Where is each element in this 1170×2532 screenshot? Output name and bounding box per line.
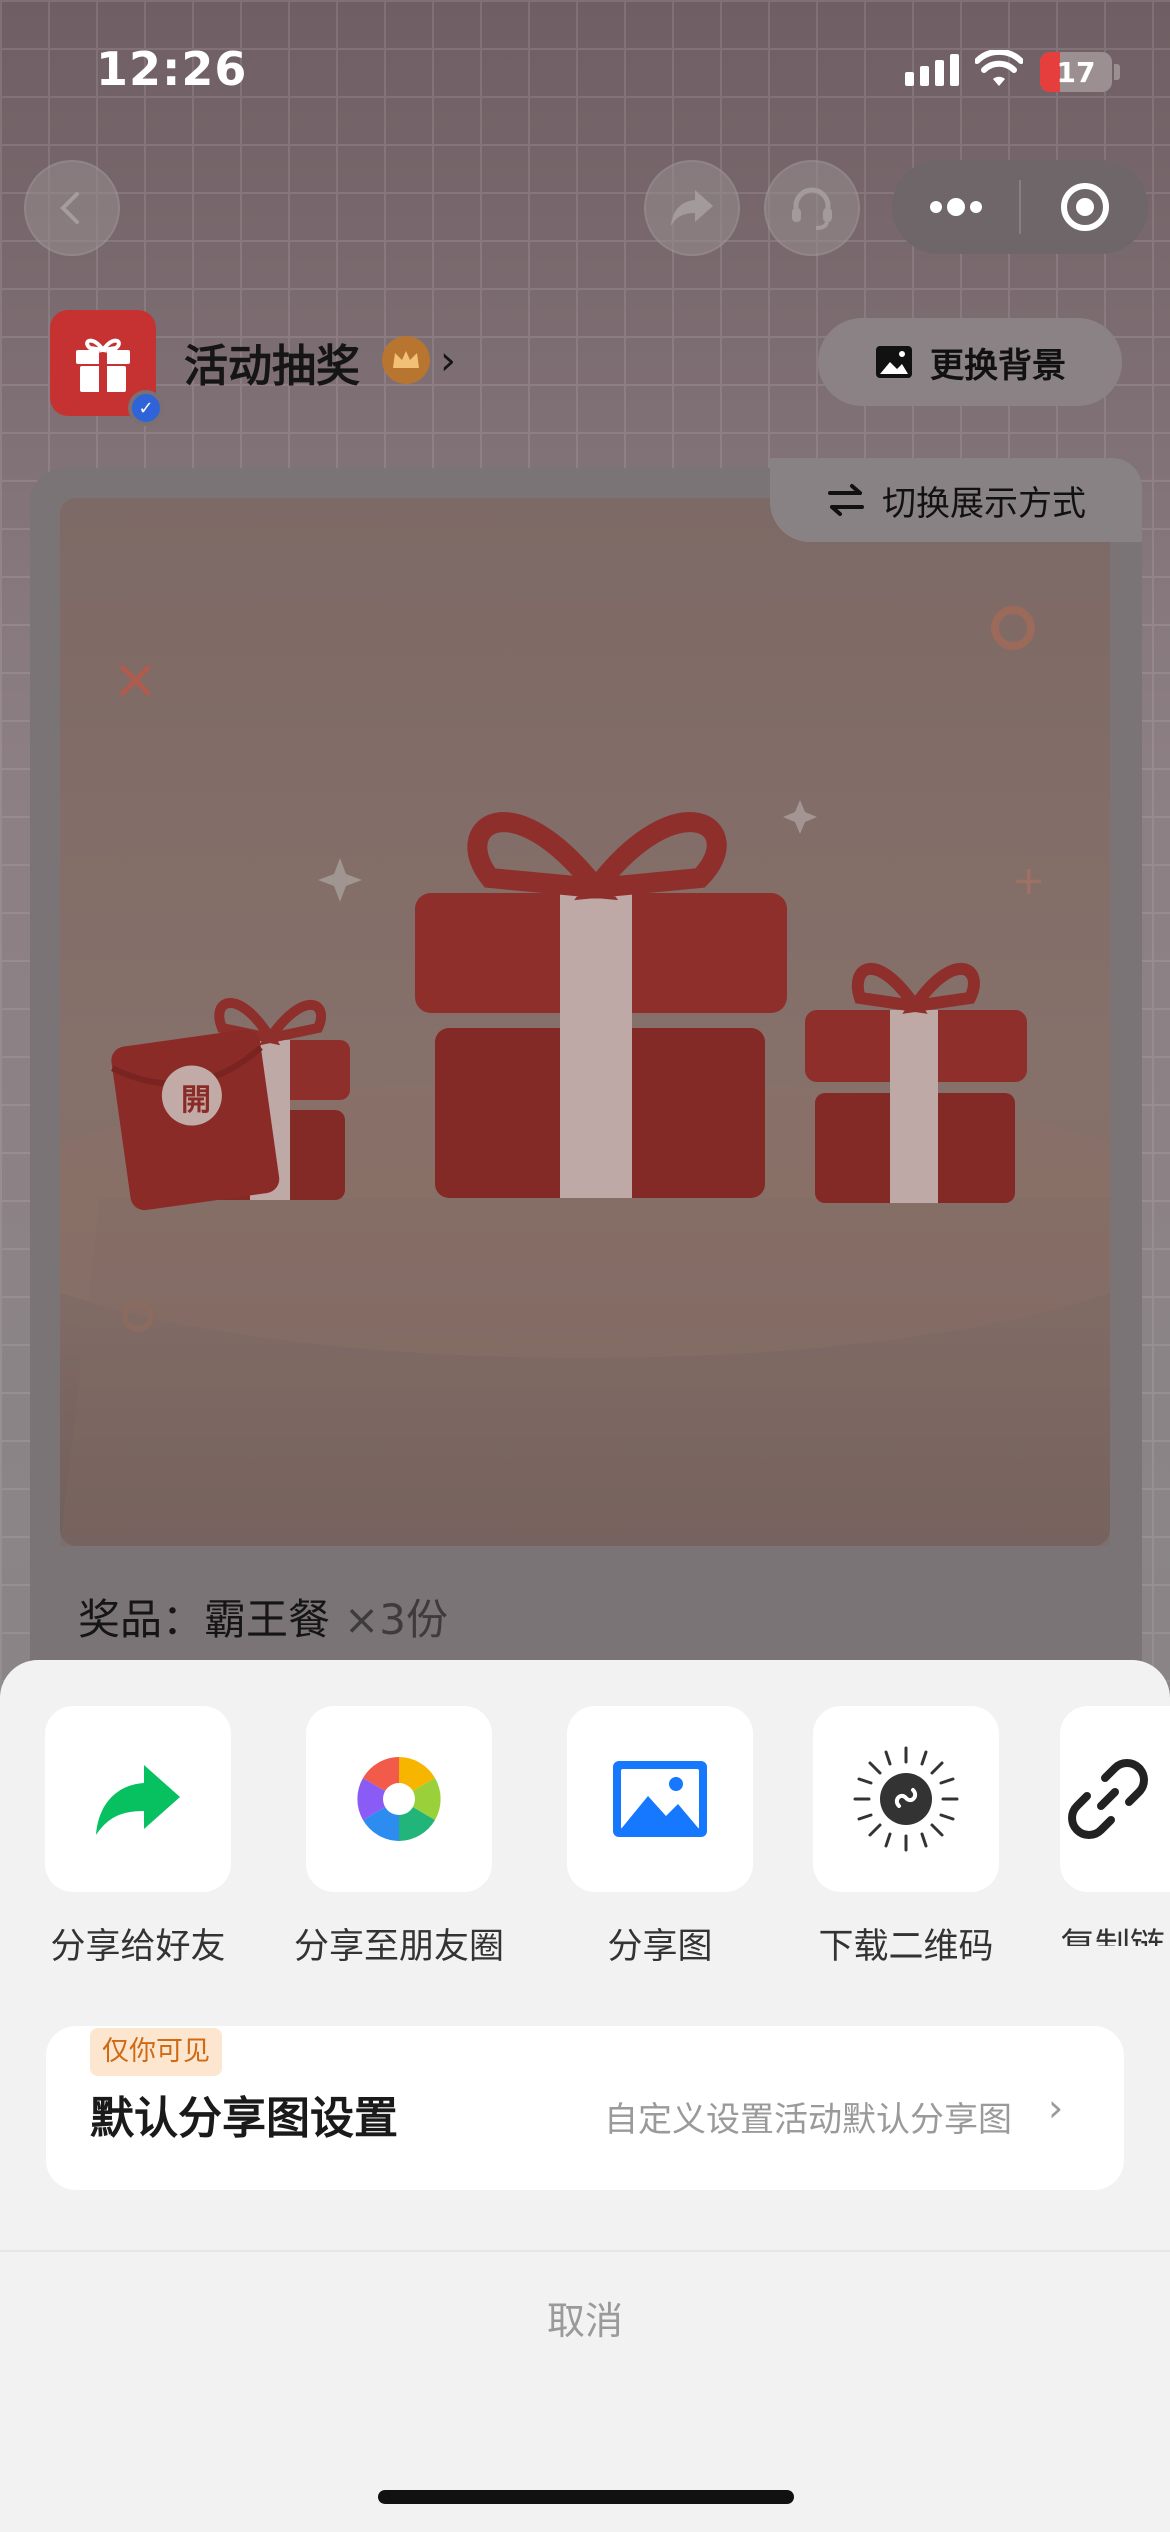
- prize-label: 奖品：: [78, 1595, 205, 1644]
- share-item-label: 下载二维码: [818, 1927, 994, 1967]
- more-button[interactable]: [892, 160, 1019, 254]
- gift-icon: [76, 338, 130, 392]
- gift-boxes-illustration: × + 開: [0, 606, 1170, 1546]
- share-item-label: 分享图: [607, 1927, 713, 1967]
- target-circle-icon: [1060, 183, 1109, 231]
- home-indicator: [378, 2490, 794, 2504]
- sheet-divider: [0, 2250, 1170, 2252]
- chevron-left-icon: [60, 192, 79, 224]
- verified-badge-icon: ✓: [128, 390, 164, 426]
- battery-level: 17: [1056, 55, 1096, 89]
- swap-arrows-icon: [828, 484, 864, 516]
- share-arrow-icon: [671, 190, 713, 226]
- battery-tip: [1114, 64, 1120, 80]
- share-item-label: 分享至朋友圈: [294, 1927, 505, 1967]
- red-envelope-char: 開: [181, 1083, 211, 1118]
- crown-icon: [382, 336, 430, 384]
- change-background-button[interactable]: 更换背景: [818, 318, 1122, 406]
- moments-aperture-icon: [357, 1757, 441, 1841]
- switch-display-button[interactable]: 切换展示方式: [770, 458, 1142, 542]
- share-item-label: 分享给好友: [50, 1927, 226, 1967]
- visibility-badge: 仅你可见: [90, 2028, 222, 2076]
- mini-program-name[interactable]: 活动抽奖: [184, 330, 360, 394]
- image-icon: [613, 1761, 707, 1837]
- close-mini-program-button[interactable]: [1021, 160, 1148, 254]
- forward-button[interactable]: [644, 160, 740, 256]
- share-item-label: 复制链: [1060, 1918, 1170, 1946]
- download-qrcode-tile: [813, 1706, 999, 1892]
- customer-service-button[interactable]: [764, 160, 860, 256]
- chevron-right-icon: ›: [1048, 2086, 1064, 2130]
- wifi-icon: [975, 50, 1023, 86]
- chevron-right-icon[interactable]: ›: [440, 338, 456, 384]
- prize-poster[interactable]: × + 開: [0, 498, 1170, 1546]
- prize-info: 奖品：霸王餐 ×3份: [78, 1586, 448, 1647]
- status-time: 12:26: [96, 42, 248, 96]
- share-image-tile: [567, 1706, 753, 1892]
- share-to-friend-tile: [45, 1706, 231, 1892]
- back-button[interactable]: [24, 160, 120, 256]
- change-background-label: 更换背景: [930, 345, 1066, 386]
- copy-link-tile: [1060, 1706, 1170, 1892]
- prize-name: 霸王餐: [204, 1595, 331, 1644]
- mini-program-code-icon: [853, 1746, 959, 1852]
- more-dots-icon: [929, 198, 982, 216]
- link-icon: [1068, 1759, 1148, 1839]
- share-to-moments-tile: [306, 1706, 492, 1892]
- mini-program-capsule: [892, 160, 1148, 254]
- switch-display-label: 切换展示方式: [882, 483, 1086, 524]
- svg-text:+: +: [1012, 858, 1046, 904]
- cellular-signal-icon: [905, 54, 959, 86]
- share-to-moments-button[interactable]: 分享至朋友圈: [294, 1706, 504, 1969]
- image-icon: [876, 346, 912, 378]
- setting-title: 默认分享图设置: [90, 2093, 398, 2144]
- cancel-button[interactable]: 取消: [0, 2290, 1170, 2345]
- battery-icon: 17: [1040, 52, 1112, 92]
- copy-link-button[interactable]: 复制链: [1060, 1706, 1170, 1946]
- share-arrow-icon: [96, 1765, 180, 1835]
- setting-description: 自定义设置活动默认分享图: [604, 2100, 1012, 2140]
- share-to-friend-button[interactable]: 分享给好友: [45, 1706, 231, 1969]
- prize-quantity: ×3份: [344, 1595, 448, 1644]
- download-qrcode-button[interactable]: 下载二维码: [813, 1706, 999, 1969]
- svg-text:×: ×: [112, 647, 159, 712]
- share-image-button[interactable]: 分享图: [567, 1706, 753, 1969]
- headset-icon: [792, 187, 832, 230]
